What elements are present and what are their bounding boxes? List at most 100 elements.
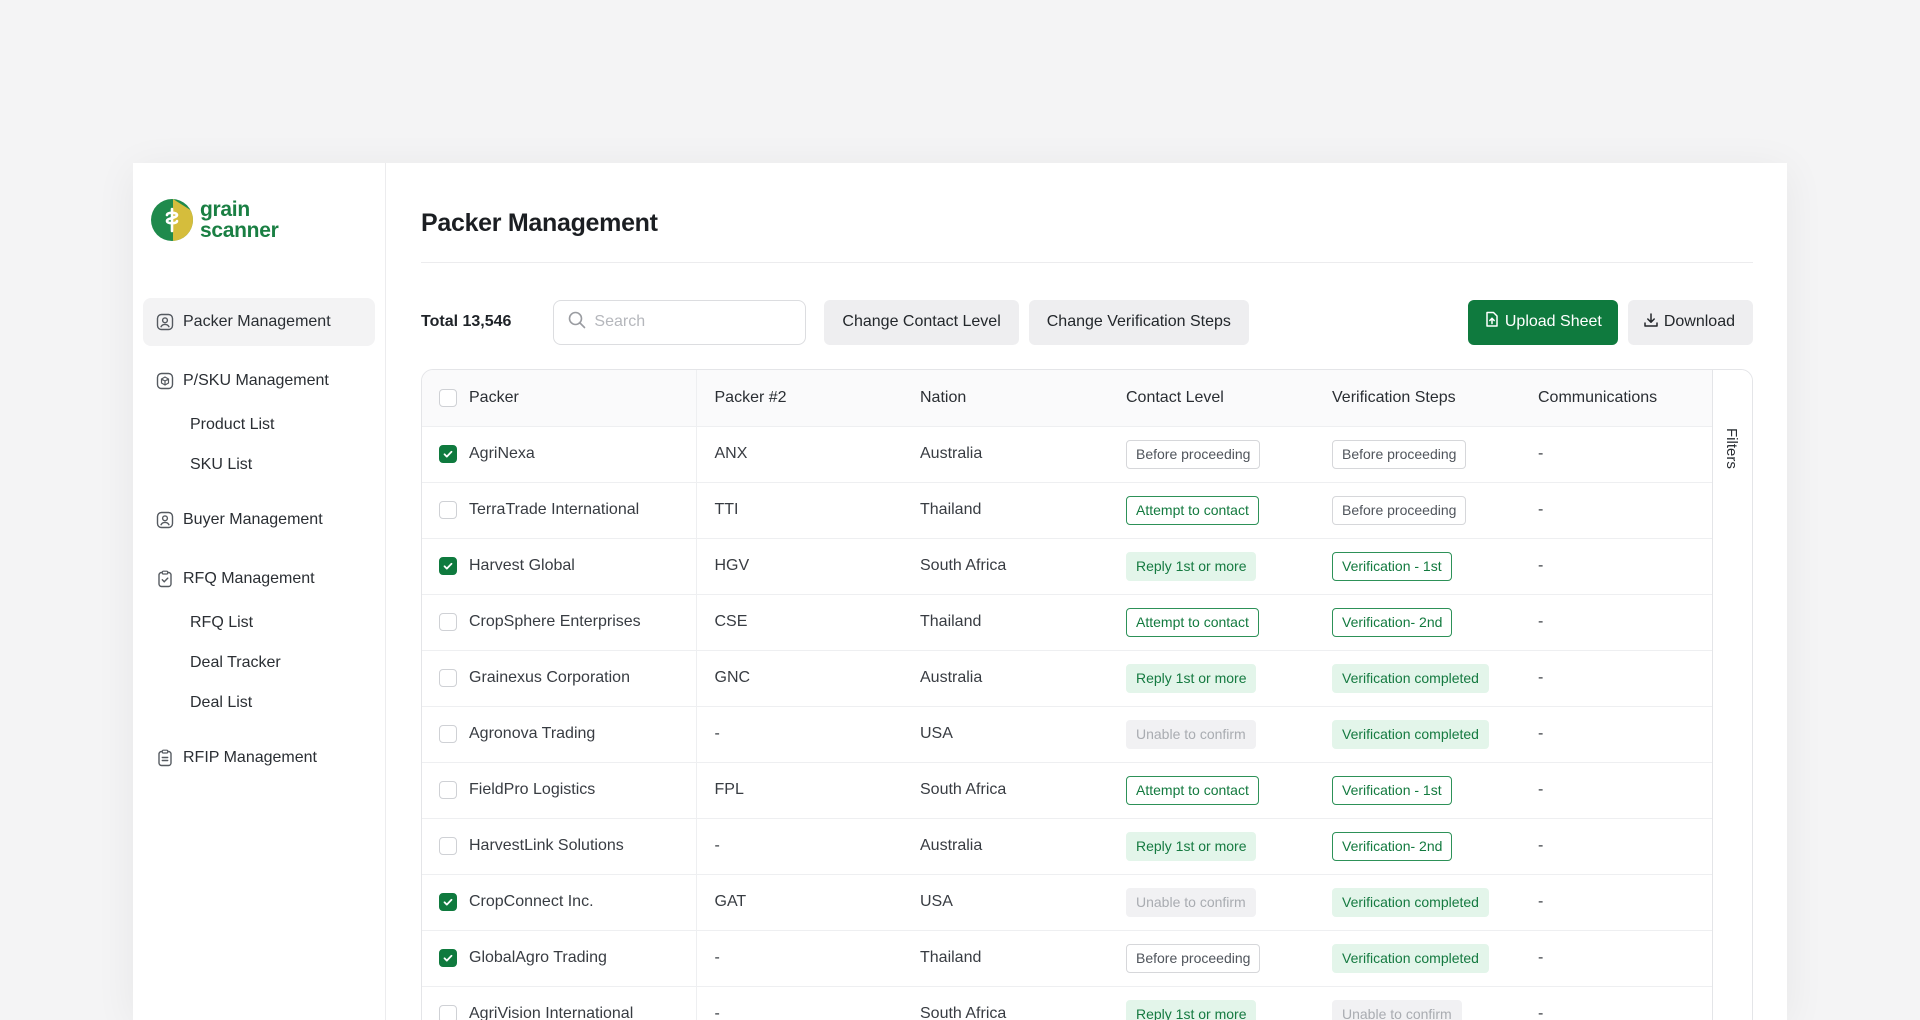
sidebar-item-packer-management[interactable]: Packer Management [143,298,375,346]
cell-packer: AgriVision International [422,986,697,1020]
check-icon [442,952,454,964]
row-checkbox[interactable] [439,445,457,463]
row-checkbox[interactable] [439,557,457,575]
verification-step-badge[interactable]: Unable to confirm [1332,999,1462,1020]
sidebar-subitem-sku-list[interactable]: SKU List [143,445,375,485]
table-row[interactable]: FieldPro Logistics FPL South Africa Attempt… [422,762,1714,819]
cell-contact-level: Attempt to contact [1108,482,1314,539]
row-checkbox[interactable] [439,501,457,519]
contact-level-badge[interactable]: Attempt to contact [1126,607,1259,637]
contact-level-badge[interactable]: Attempt to contact [1126,495,1259,525]
cell-nation: South Africa [902,762,1108,819]
contact-level-badge[interactable]: Before proceeding [1126,943,1261,973]
verification-step-badge[interactable]: Before proceeding [1332,439,1467,469]
change-verification-steps-button[interactable]: Change Verification Steps [1028,299,1249,345]
contact-level-badge[interactable]: Reply 1st or more [1126,999,1257,1020]
contact-level-badge[interactable]: Reply 1st or more [1126,551,1257,581]
brand-logo[interactable]: grain scanner [143,199,375,241]
contact-level-badge[interactable]: Reply 1st or more [1126,663,1257,693]
packer-name[interactable]: GlobalAgro Trading [469,949,607,967]
packer-name[interactable]: FieldPro Logistics [469,781,595,799]
cell-contact-level: Reply 1st or more [1108,538,1314,595]
packer-name[interactable]: HarvestLink Solutions [469,837,624,855]
verification-step-badge[interactable]: Verification completed [1332,887,1489,917]
column-header-packer-2: Packer #2 [696,370,902,427]
sidebar-item-rfip-management[interactable]: RFIP Management [143,734,375,782]
packer-table: Packer Packer #2 Nation Contact Level Ve… [422,370,1714,1020]
cell-verification-steps: Verification completed [1314,706,1520,763]
total-count: Total 13,546 [421,313,512,330]
row-checkbox[interactable] [439,949,457,967]
verification-step-badge[interactable]: Verification completed [1332,943,1489,973]
verification-step-badge[interactable]: Verification - 1st [1332,775,1452,805]
verification-step-badge[interactable]: Verification- 2nd [1332,831,1453,861]
packer-name[interactable]: Agronova Trading [469,725,595,743]
contact-level-badge[interactable]: Unable to confirm [1126,887,1256,917]
table-row[interactable]: AgriNexa ANX Australia Before proceeding Bef… [422,426,1714,483]
contact-level-badge[interactable]: Attempt to contact [1126,775,1259,805]
cell-communications: - [1520,594,1714,651]
search-input[interactable] [594,313,795,331]
sidebar-subitem-deal-list[interactable]: Deal List [143,683,375,723]
verification-step-badge[interactable]: Verification - 1st [1332,551,1452,581]
row-checkbox[interactable] [439,781,457,799]
sidebar-item-rfq-management[interactable]: RFQ Management [143,555,375,603]
table-row[interactable]: HarvestLink Solutions - Australia Reply 1st… [422,818,1714,875]
row-checkbox[interactable] [439,725,457,743]
sidebar-item-label: Buyer Management [183,511,323,528]
row-checkbox[interactable] [439,669,457,687]
sidebar-subitem-rfq-list[interactable]: RFQ List [143,603,375,643]
table-row[interactable]: CropSphere Enterprises CSE Thailand Attempt… [422,594,1714,651]
filters-panel-toggle[interactable]: Filters [1712,370,1752,1020]
cell-packer: CropConnect Inc. [422,874,697,931]
box-icon [156,372,174,390]
nav-group-buyer-management: Buyer Management [143,496,375,544]
verification-step-badge[interactable]: Before proceeding [1332,495,1467,525]
cell-packer-code: FPL [696,762,902,819]
table-row[interactable]: Harvest Global HGV South Africa Reply 1st o… [422,538,1714,595]
cell-nation: South Africa [902,538,1108,595]
packer-name[interactable]: Harvest Global [469,557,575,575]
table-row[interactable]: GlobalAgro Trading - Thailand Before procee… [422,930,1714,987]
table-row[interactable]: AgriVision International - South Africa Rep… [422,986,1714,1020]
cell-packer-code: TTI [696,482,902,539]
contact-level-badge[interactable]: Reply 1st or more [1126,831,1257,861]
cell-verification-steps: Unable to confirm [1314,986,1520,1020]
packer-name[interactable]: TerraTrade International [469,501,639,519]
packer-name[interactable]: CropConnect Inc. [469,893,594,911]
sidebar-item-p-sku-management[interactable]: P/SKU Management [143,357,375,405]
upload-sheet-button[interactable]: Upload Sheet [1467,299,1618,345]
table-row[interactable]: Agronova Trading - USA Unable to confirm Ver… [422,706,1714,763]
packer-name[interactable]: Grainexus Corporation [469,669,630,687]
sidebar-item-buyer-management[interactable]: Buyer Management [143,496,375,544]
cell-packer-code: - [696,930,902,987]
download-button[interactable]: Download [1627,299,1753,345]
select-all-checkbox[interactable] [439,388,457,407]
search-box[interactable] [553,299,807,345]
change-contact-level-button[interactable]: Change Contact Level [824,299,1019,345]
cell-packer: HarvestLink Solutions [422,818,697,875]
verification-step-badge[interactable]: Verification- 2nd [1332,607,1453,637]
table-row[interactable]: TerraTrade International TTI Thailand Attem… [422,482,1714,539]
row-checkbox[interactable] [439,613,457,631]
packer-name[interactable]: AgriVision International [469,1005,633,1020]
nav-group-packer-management: Packer Management [143,298,375,346]
packer-name[interactable]: CropSphere Enterprises [469,613,641,631]
sidebar-subitem-deal-tracker[interactable]: Deal Tracker [143,643,375,683]
cell-packer: GlobalAgro Trading [422,930,697,987]
verification-step-badge[interactable]: Verification completed [1332,719,1489,749]
contact-level-badge[interactable]: Before proceeding [1126,439,1261,469]
sidebar-item-label: P/SKU Management [183,372,329,389]
table-row[interactable]: Grainexus Corporation GNC Australia Reply 1… [422,650,1714,707]
row-checkbox[interactable] [439,1005,457,1020]
cell-packer-code: CSE [696,594,902,651]
cell-communications: - [1520,986,1714,1020]
verification-step-badge[interactable]: Verification completed [1332,663,1489,693]
row-checkbox[interactable] [439,837,457,855]
sidebar-subitem-product-list[interactable]: Product List [143,405,375,445]
table-row[interactable]: CropConnect Inc. GAT USA Unable to confirm V… [422,874,1714,931]
cell-nation: Australia [902,426,1108,483]
packer-name[interactable]: AgriNexa [469,445,535,463]
row-checkbox[interactable] [439,893,457,911]
contact-level-badge[interactable]: Unable to confirm [1126,719,1256,749]
